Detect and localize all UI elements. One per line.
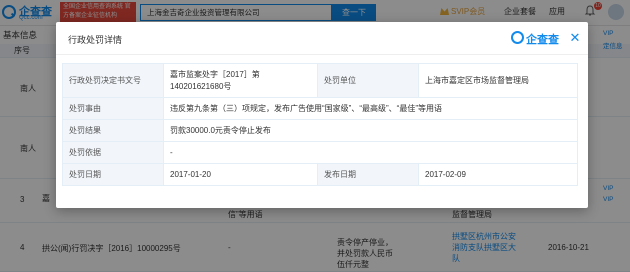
value-reason: 违反第九条第（三）项规定，发布广告使用“国家级”、“最高级”、“最佳”等用语 [163, 97, 578, 120]
detail-row: 处罚日期 2017-01-20 发布日期 2017-02-09 [62, 163, 578, 186]
modal-title: 行政处罚详情 [68, 35, 123, 45]
detail-row: 处罚依据 - [62, 141, 578, 164]
modal-logo: 企查查 [511, 29, 567, 47]
label-publish-date: 发布日期 [317, 163, 419, 186]
penalty-detail-modal: 行政处罚详情 企查查 ✕ 行政处罚决定书文号 嘉市监案处字［2017］第1402… [56, 22, 588, 208]
value-penalty-date: 2017-01-20 [163, 163, 318, 186]
detail-row: 行政处罚决定书文号 嘉市监案处字［2017］第140201621680号 处罚单… [62, 63, 578, 98]
logo-icon [511, 31, 524, 44]
value-authority: 上海市嘉定区市场监督管理局 [418, 63, 578, 98]
label-basis: 处罚依据 [62, 141, 164, 164]
modal-logo-text: 企查查 [526, 34, 559, 46]
modal-header: 行政处罚详情 企查查 ✕ [56, 22, 588, 55]
value-decision-number: 嘉市监案处字［2017］第140201621680号 [163, 63, 318, 98]
label-penalty-date: 处罚日期 [62, 163, 164, 186]
label-decision-number: 行政处罚决定书文号 [62, 63, 164, 98]
label-authority: 处罚单位 [317, 63, 419, 98]
value-basis: - [163, 141, 578, 164]
detail-row: 处罚事由 违反第九条第（三）项规定，发布广告使用“国家级”、“最高级”、“最佳”… [62, 97, 578, 120]
value-result: 罚款30000.0元责令停止发布 [163, 119, 578, 142]
detail-table: 行政处罚决定书文号 嘉市监案处字［2017］第140201621680号 处罚单… [62, 63, 578, 186]
detail-row: 处罚结果 罚款30000.0元责令停止发布 [62, 119, 578, 142]
value-publish-date: 2017-02-09 [418, 163, 578, 186]
label-reason: 处罚事由 [62, 97, 164, 120]
close-icon[interactable]: ✕ [568, 31, 582, 45]
label-result: 处罚结果 [62, 119, 164, 142]
